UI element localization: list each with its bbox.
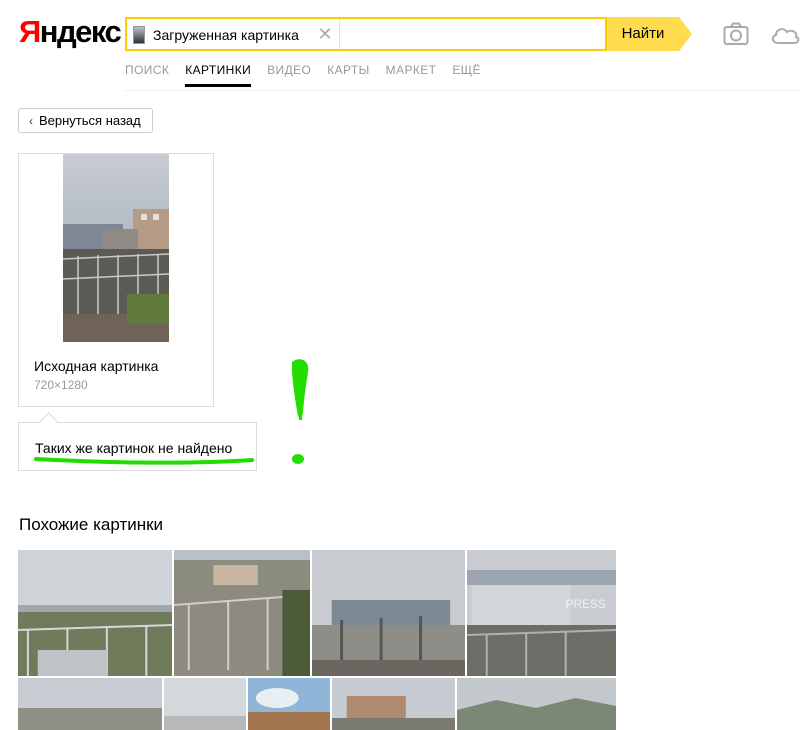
header-divider bbox=[125, 90, 800, 91]
tab-video[interactable]: Видео bbox=[267, 63, 311, 87]
search-button-arrow[interactable] bbox=[679, 17, 692, 51]
no-matches-text: Таких же картинок не найдено bbox=[35, 440, 233, 456]
similar-image[interactable] bbox=[332, 678, 457, 730]
similar-image[interactable] bbox=[174, 550, 312, 676]
tab-more[interactable]: Ещё bbox=[452, 63, 480, 87]
chip-label: Загруженная картинка bbox=[153, 27, 299, 43]
similar-image[interactable]: PRESS bbox=[467, 550, 618, 676]
original-image[interactable] bbox=[63, 154, 169, 342]
similar-images-title: Похожие картинки bbox=[19, 515, 164, 534]
similar-image[interactable] bbox=[312, 550, 467, 676]
tab-maps[interactable]: Карты bbox=[327, 63, 369, 87]
camera-icon[interactable] bbox=[723, 22, 749, 46]
close-icon[interactable]: ✕ bbox=[315, 24, 335, 44]
chip-separator bbox=[339, 19, 340, 49]
similar-image[interactable] bbox=[457, 678, 618, 730]
uploaded-image-chip: Загруженная картинка bbox=[133, 24, 299, 46]
uploaded-image-thumbnail bbox=[133, 26, 145, 44]
search-button[interactable]: Найти bbox=[607, 17, 679, 51]
search-input[interactable]: Загруженная картинка ✕ bbox=[125, 17, 607, 51]
similar-image[interactable] bbox=[248, 678, 332, 730]
no-matches-message: Таких же картинок не найдено bbox=[18, 422, 257, 471]
yandex-logo[interactable]: Яндекс bbox=[19, 14, 122, 50]
similar-image[interactable] bbox=[164, 678, 248, 730]
back-button[interactable]: ‹ Вернуться назад bbox=[18, 108, 153, 133]
original-image-title: Исходная картинка bbox=[34, 358, 159, 374]
tab-market[interactable]: Маркет bbox=[386, 63, 437, 87]
tab-images[interactable]: Картинки bbox=[185, 63, 252, 87]
tab-search[interactable]: Поиск bbox=[125, 63, 169, 87]
original-image-card[interactable]: Исходная картинка 720×1280 bbox=[18, 153, 214, 407]
similar-image[interactable] bbox=[18, 678, 164, 730]
thumbnail-watermark: PRESS bbox=[566, 597, 606, 611]
cloud-icon[interactable] bbox=[770, 24, 800, 46]
back-button-label: Вернуться назад bbox=[39, 113, 141, 128]
search-tabs: Поиск Картинки Видео Карты Маркет Ещё bbox=[125, 63, 497, 87]
original-image-size: 720×1280 bbox=[34, 378, 88, 392]
similar-image[interactable] bbox=[18, 550, 174, 676]
chevron-left-icon: ‹ bbox=[29, 113, 33, 128]
